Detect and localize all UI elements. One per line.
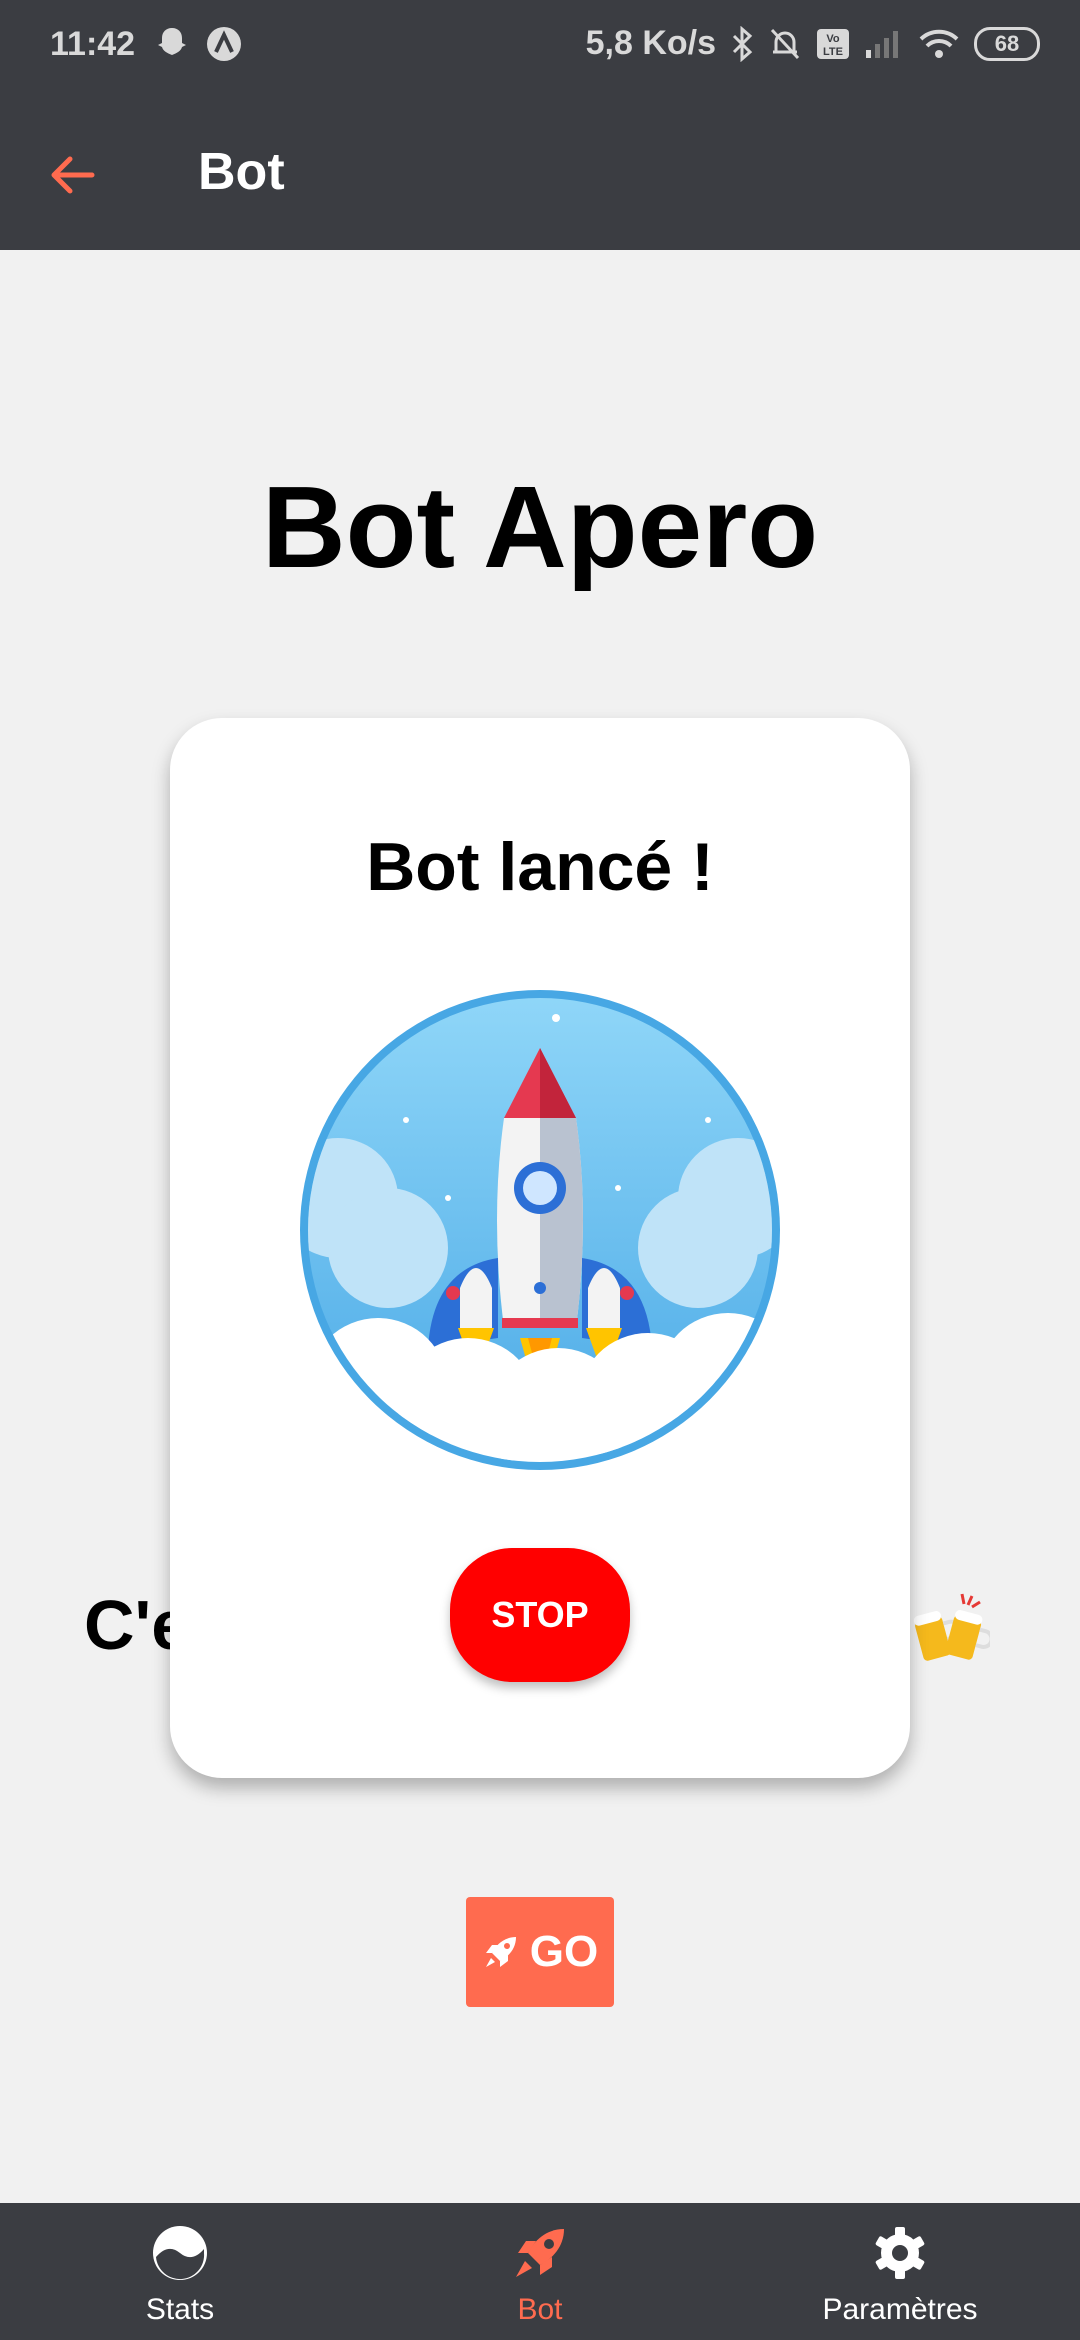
nav-item-bot[interactable]: Bot [410, 2203, 670, 2340]
battery-level: 68 [994, 30, 1020, 56]
app-bar: Bot [0, 92, 1080, 250]
battery-icon: 68 [974, 26, 1040, 61]
app-bar-title: Bot [198, 143, 285, 201]
bluetooth-icon [732, 25, 753, 62]
signal-icon [866, 30, 898, 58]
page-title: Bot Apero [261, 462, 819, 592]
nav-item-parametres[interactable]: Paramètres [770, 2203, 1030, 2340]
gear-icon [875, 2227, 925, 2279]
rocket-icon [516, 2229, 564, 2277]
network-speed: 5,8 Ko/s [585, 24, 716, 62]
rocket-icon [485, 1937, 516, 1967]
go-button[interactable]: GO [466, 1897, 614, 2007]
beer-mugs-icon [913, 1593, 990, 1661]
status-time: 11:42 [50, 25, 136, 63]
volte-icon: Vo LTE [817, 28, 849, 59]
nav-label-parametres: Paramètres [822, 2293, 978, 2326]
bottom-nav: Stats Bot Paramètres [0, 2203, 1080, 2340]
app-icon [207, 27, 241, 61]
wifi-icon [919, 29, 959, 58]
arrow-left-icon[interactable] [44, 147, 100, 203]
snapchat-icon [158, 28, 186, 55]
svg-text:Vo: Vo [826, 33, 840, 45]
bot-launched-dialog: Bot lancé ! STOP [170, 718, 910, 1778]
svg-text:LTE: LTE [823, 46, 843, 58]
rocket-launch-illustration [300, 990, 780, 1470]
stop-button[interactable]: STOP [450, 1548, 630, 1682]
nav-label-stats: Stats [145, 2293, 215, 2326]
nav-label-bot: Bot [517, 2293, 563, 2326]
go-label: GO [529, 1927, 599, 1976]
nav-item-stats[interactable]: Stats [50, 2203, 310, 2340]
status-bar: 11:42 5,8 Ko/s Vo LTE 68 [0, 0, 1080, 92]
mute-icon [770, 28, 800, 59]
stats-icon [153, 2226, 207, 2280]
dialog-title: Bot lancé ! [366, 829, 714, 905]
